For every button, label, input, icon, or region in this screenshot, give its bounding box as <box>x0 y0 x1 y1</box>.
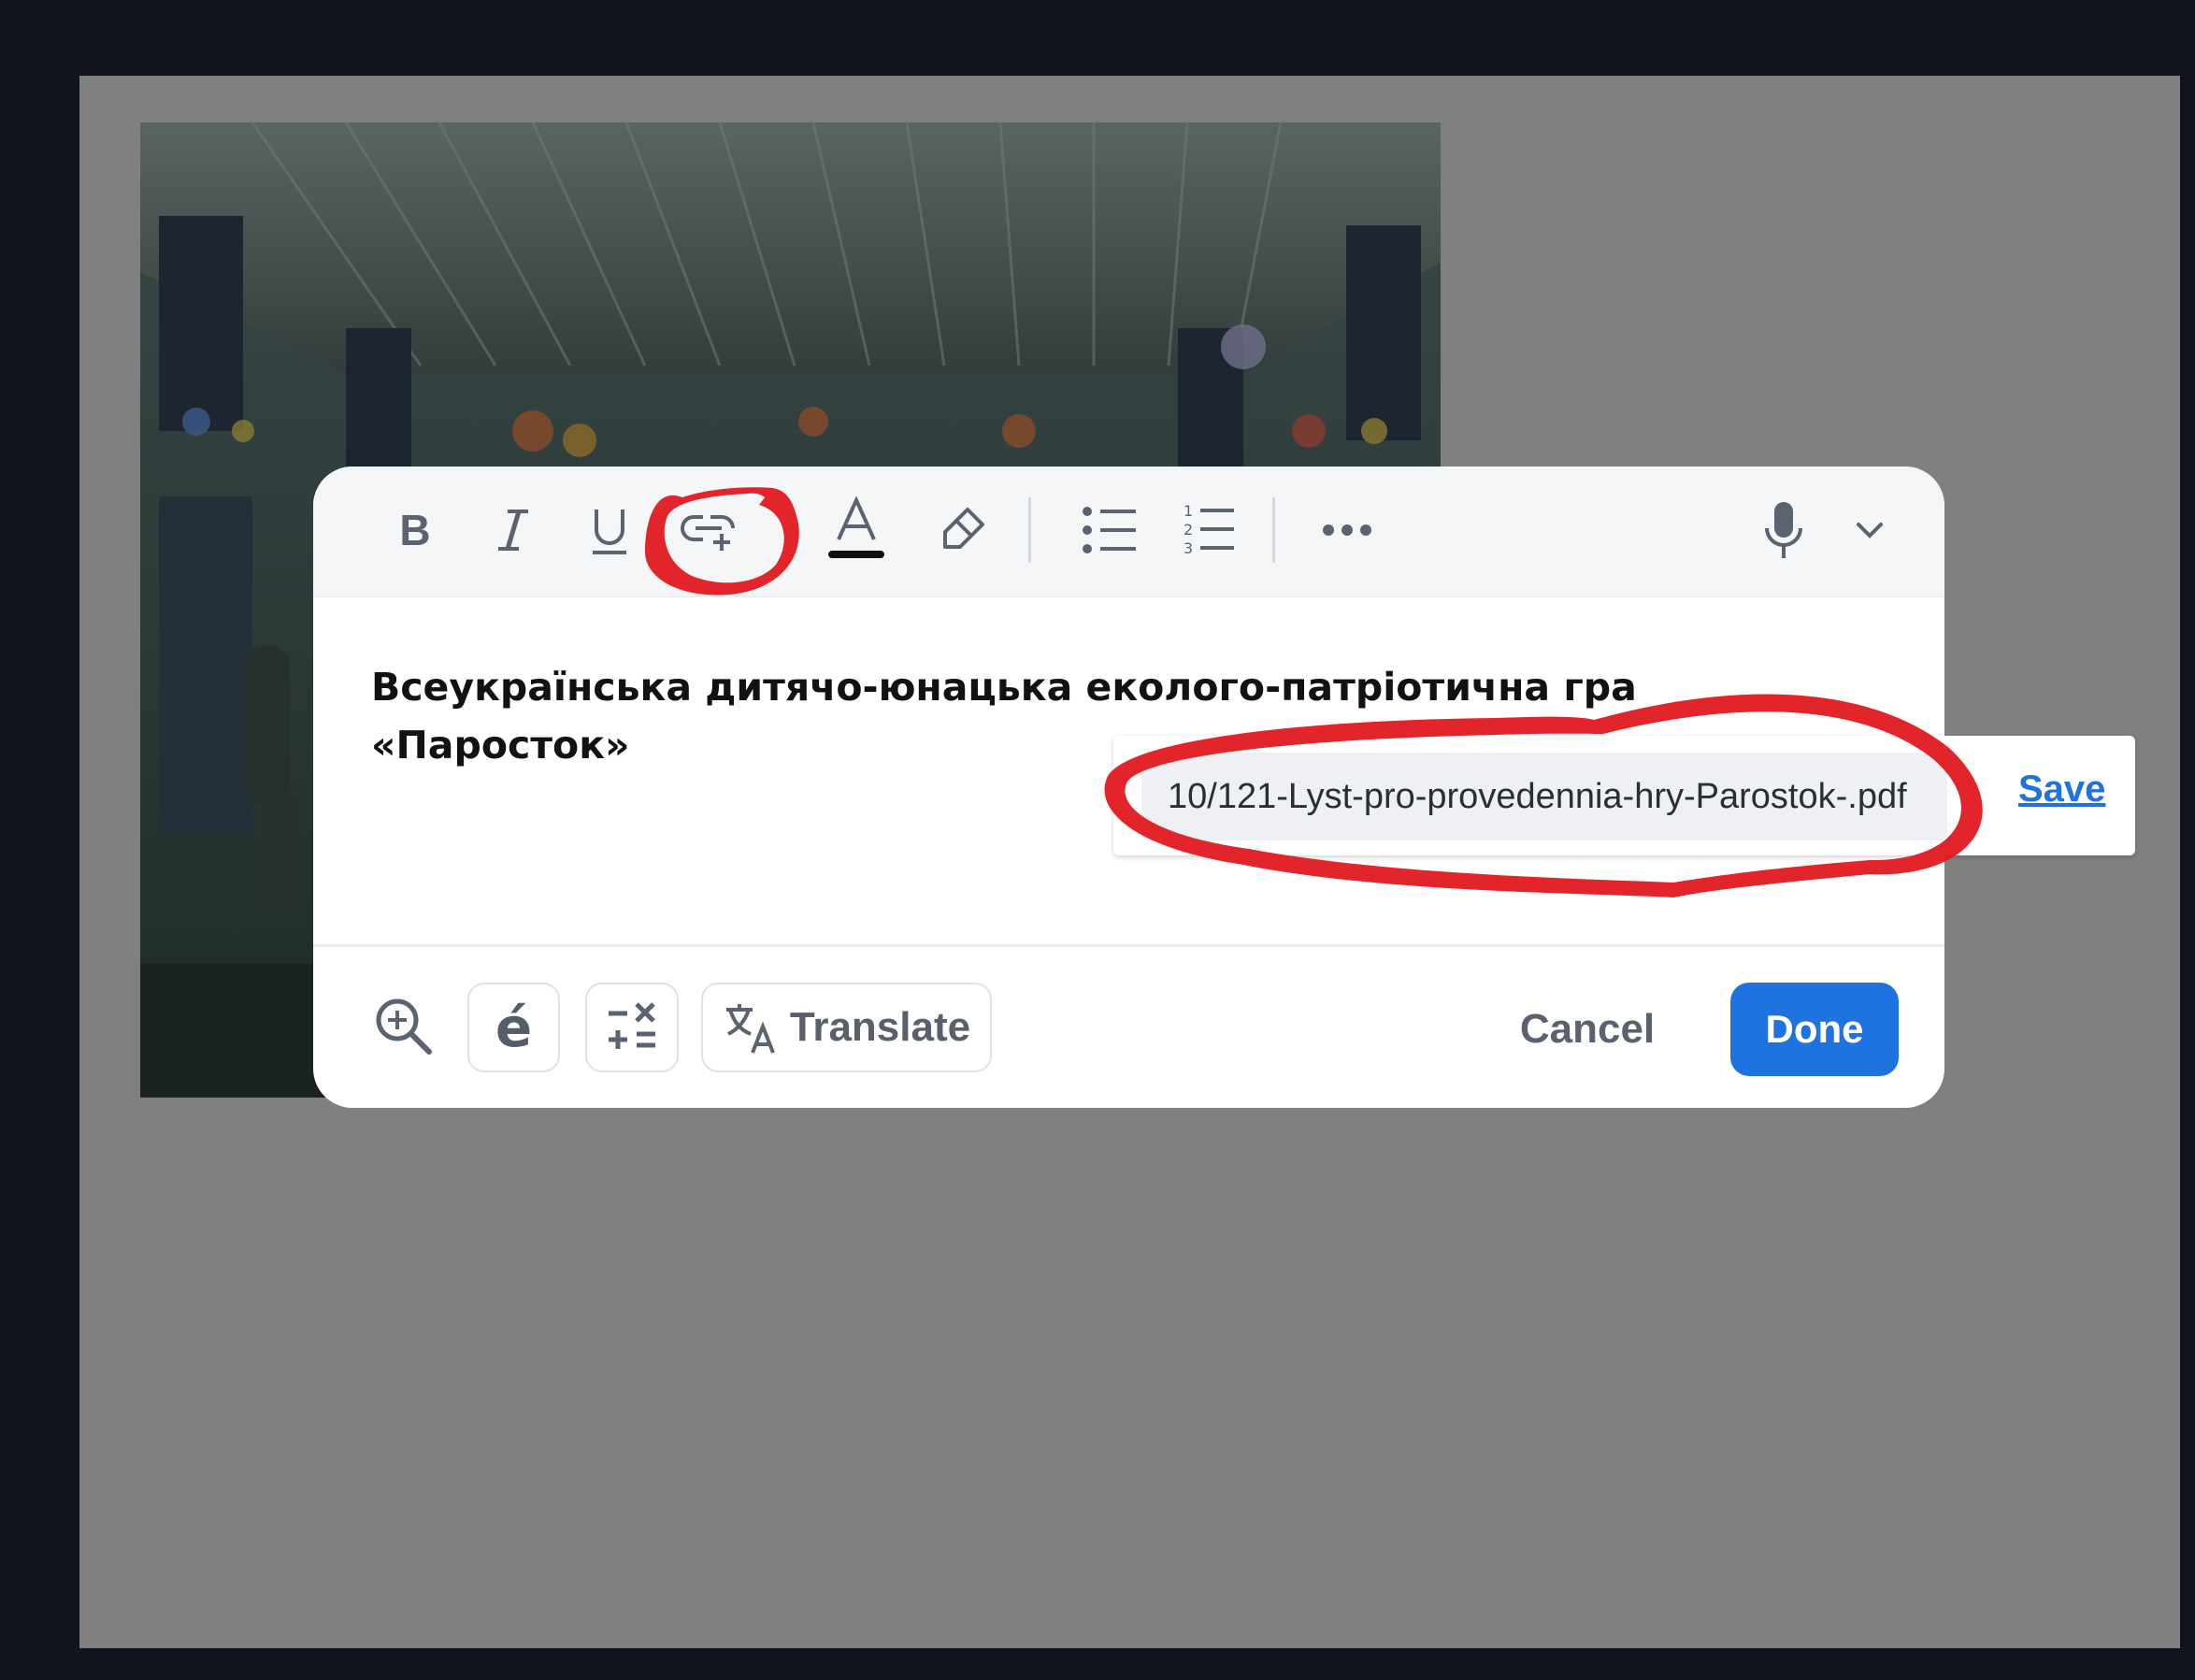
underline-icon <box>593 510 626 554</box>
link-url-input[interactable]: 10/121-Lyst-pro-provedennia-hry-Parostok… <box>1141 753 1947 840</box>
toolbar-separator <box>1028 497 1031 563</box>
formatting-toolbar: B 123 <box>313 467 1944 596</box>
dictate-options-button[interactable] <box>1830 491 1909 569</box>
highlight-button[interactable] <box>923 491 1001 569</box>
insert-link-button[interactable] <box>670 491 749 569</box>
svg-text:B: B <box>399 506 430 554</box>
microphone-icon <box>1765 502 1802 558</box>
svg-text:2: 2 <box>1184 521 1193 538</box>
highlighter-icon <box>943 508 984 549</box>
bold-icon: B <box>399 506 430 554</box>
save-link-button[interactable]: Save <box>2018 768 2105 811</box>
more-horizontal-icon <box>1323 524 1371 536</box>
translate-icon <box>725 1004 775 1054</box>
bulleted-list-button[interactable] <box>1070 491 1149 569</box>
toolbar-divider <box>313 596 1944 597</box>
numbered-list-button[interactable]: 123 <box>1169 491 1247 569</box>
italic-icon <box>498 510 528 551</box>
accent-character: é <box>495 996 533 1059</box>
special-characters-button[interactable]: é <box>467 983 560 1072</box>
bold-button[interactable]: B <box>376 491 454 569</box>
cancel-button[interactable]: Cancel <box>1508 983 1667 1076</box>
underline-button[interactable] <box>570 491 649 569</box>
zoom-in-icon <box>376 998 432 1055</box>
done-button[interactable]: Done <box>1730 983 1899 1076</box>
bulleted-list-icon <box>1083 507 1136 553</box>
translate-button[interactable]: Translate <box>701 983 992 1072</box>
dictate-button[interactable] <box>1744 491 1823 569</box>
translate-label: Translate <box>789 1004 971 1050</box>
math-equation-button[interactable] <box>585 983 679 1072</box>
footer-divider <box>313 944 1944 947</box>
numbered-list-icon: 123 <box>1184 502 1234 557</box>
zoom-in-button[interactable] <box>373 996 435 1057</box>
toolbar-separator <box>1272 497 1275 563</box>
math-operators-icon <box>609 1002 655 1049</box>
svg-text:1: 1 <box>1184 502 1193 520</box>
link-url-popup: 10/121-Lyst-pro-provedennia-hry-Parostok… <box>1113 736 2135 855</box>
more-options-button[interactable] <box>1308 491 1386 569</box>
svg-text:3: 3 <box>1184 539 1193 557</box>
chevron-down-icon <box>1857 523 1883 538</box>
text-color-button[interactable] <box>817 491 896 569</box>
text-color-icon <box>828 496 884 558</box>
content-line: Всеукраїнська дитячо-юнацька еколого-пат… <box>371 665 1637 710</box>
italic-button[interactable] <box>474 491 552 569</box>
link-add-icon <box>681 515 735 551</box>
